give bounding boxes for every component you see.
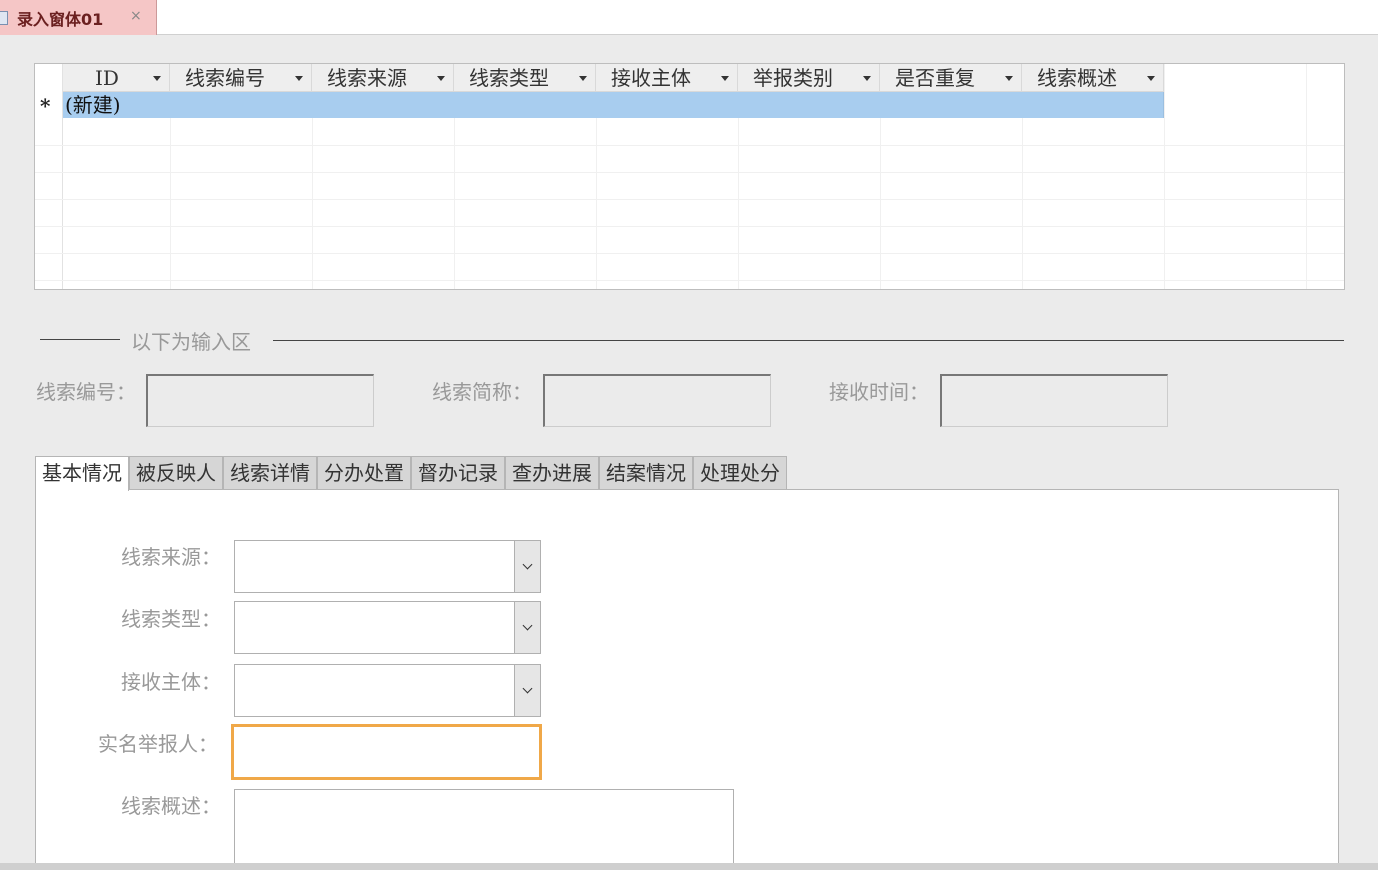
column-header-duplicate[interactable]: 是否重复: [880, 64, 1022, 92]
grid-line: [35, 199, 1344, 200]
section-divider-left: [40, 339, 120, 340]
grid-line: [596, 118, 597, 289]
receive-time-field[interactable]: [940, 374, 1168, 427]
filter-dropdown-icon[interactable]: [863, 76, 871, 81]
tab-penalty[interactable]: 处理处分: [693, 456, 787, 490]
column-header-receiver[interactable]: 接收主体: [596, 64, 738, 92]
filter-dropdown-icon[interactable]: [721, 76, 729, 81]
chevron-down-icon: [522, 559, 533, 570]
type-label: 线索类型：: [121, 607, 221, 631]
dropdown-button[interactable]: [514, 602, 540, 653]
tab-reported-person[interactable]: 被反映人: [129, 456, 223, 490]
grid-line: [170, 118, 171, 289]
document-tab-strip: 录入窗体01 ×: [0, 0, 1378, 35]
filter-dropdown-icon[interactable]: [437, 76, 445, 81]
type-combobox[interactable]: [234, 601, 541, 654]
receiver-label: 接收主体：: [121, 670, 221, 694]
column-header-clue-no[interactable]: 线索编号: [170, 64, 312, 92]
grid-line: [1022, 118, 1023, 289]
source-label: 线索来源：: [121, 545, 221, 569]
grid-line: [1164, 64, 1165, 289]
grid-line: [35, 226, 1344, 227]
document-tab[interactable]: 录入窗体01 ×: [0, 0, 157, 35]
datasheet-grid[interactable]: ID 线索编号 线索来源 线索类型 接收主体 举报类别 是否重复 线索概述 * …: [34, 63, 1345, 290]
grid-line: [880, 118, 881, 289]
document-tab-title: 录入窗体01: [17, 9, 104, 29]
chevron-down-icon: [522, 683, 533, 694]
grid-line: [35, 280, 1344, 281]
chevron-down-icon: [522, 620, 533, 631]
section-label: 以下为输入区: [131, 330, 251, 354]
clue-no-label: 线索编号：: [36, 380, 136, 404]
receiver-combobox[interactable]: [234, 664, 541, 717]
tab-basic-info[interactable]: 基本情况: [35, 456, 129, 491]
filter-dropdown-icon[interactable]: [579, 76, 587, 81]
filter-dropdown-icon[interactable]: [295, 76, 303, 81]
tab-assignment[interactable]: 分办处置: [317, 456, 411, 490]
section-divider-right: [273, 340, 1344, 341]
tab-bar: 基本情况 被反映人 线索详情 分办处置 督办记录 查办进展 结案情况 处理处分: [35, 456, 787, 491]
receive-time-label: 接收时间：: [829, 380, 929, 404]
summary-field[interactable]: [234, 789, 734, 870]
filter-dropdown-icon[interactable]: [1005, 76, 1013, 81]
clue-short-field[interactable]: [543, 374, 771, 427]
tab-case-closure[interactable]: 结案情况: [599, 456, 693, 490]
grid-line: [454, 118, 455, 289]
reporter-field[interactable]: [231, 724, 542, 780]
dropdown-button[interactable]: [514, 665, 540, 716]
column-header-source[interactable]: 线索来源: [312, 64, 454, 92]
filter-dropdown-icon[interactable]: [153, 76, 161, 81]
tab-investigation-progress[interactable]: 查办进展: [505, 456, 599, 490]
column-header-report-category[interactable]: 举报类别: [738, 64, 880, 92]
grid-line: [1306, 64, 1307, 289]
new-record-label: (新建): [65, 93, 121, 117]
tab-clue-details[interactable]: 线索详情: [223, 456, 317, 490]
new-record-marker: *: [40, 94, 51, 118]
column-header-id[interactable]: ID: [63, 64, 170, 92]
form-icon: [0, 10, 8, 25]
reporter-label: 实名举报人：: [98, 732, 218, 756]
grid-line: [35, 253, 1344, 254]
clue-short-label: 线索简称：: [432, 380, 532, 404]
grid-line: [35, 172, 1344, 173]
tab-supervision[interactable]: 督办记录: [411, 456, 505, 490]
grid-line: [312, 118, 313, 289]
grid-line: [738, 118, 739, 289]
close-icon[interactable]: ×: [130, 8, 142, 24]
column-header-type[interactable]: 线索类型: [454, 64, 596, 92]
horizontal-scrollbar[interactable]: [0, 863, 1378, 870]
new-record-row[interactable]: [63, 92, 1164, 118]
grid-line: [35, 145, 1344, 146]
summary-label: 线索概述：: [121, 794, 221, 818]
filter-dropdown-icon[interactable]: [1147, 76, 1155, 81]
clue-no-field[interactable]: [146, 374, 374, 427]
column-header-summary[interactable]: 线索概述: [1022, 64, 1164, 92]
dropdown-button[interactable]: [514, 541, 540, 592]
source-combobox[interactable]: [234, 540, 541, 593]
